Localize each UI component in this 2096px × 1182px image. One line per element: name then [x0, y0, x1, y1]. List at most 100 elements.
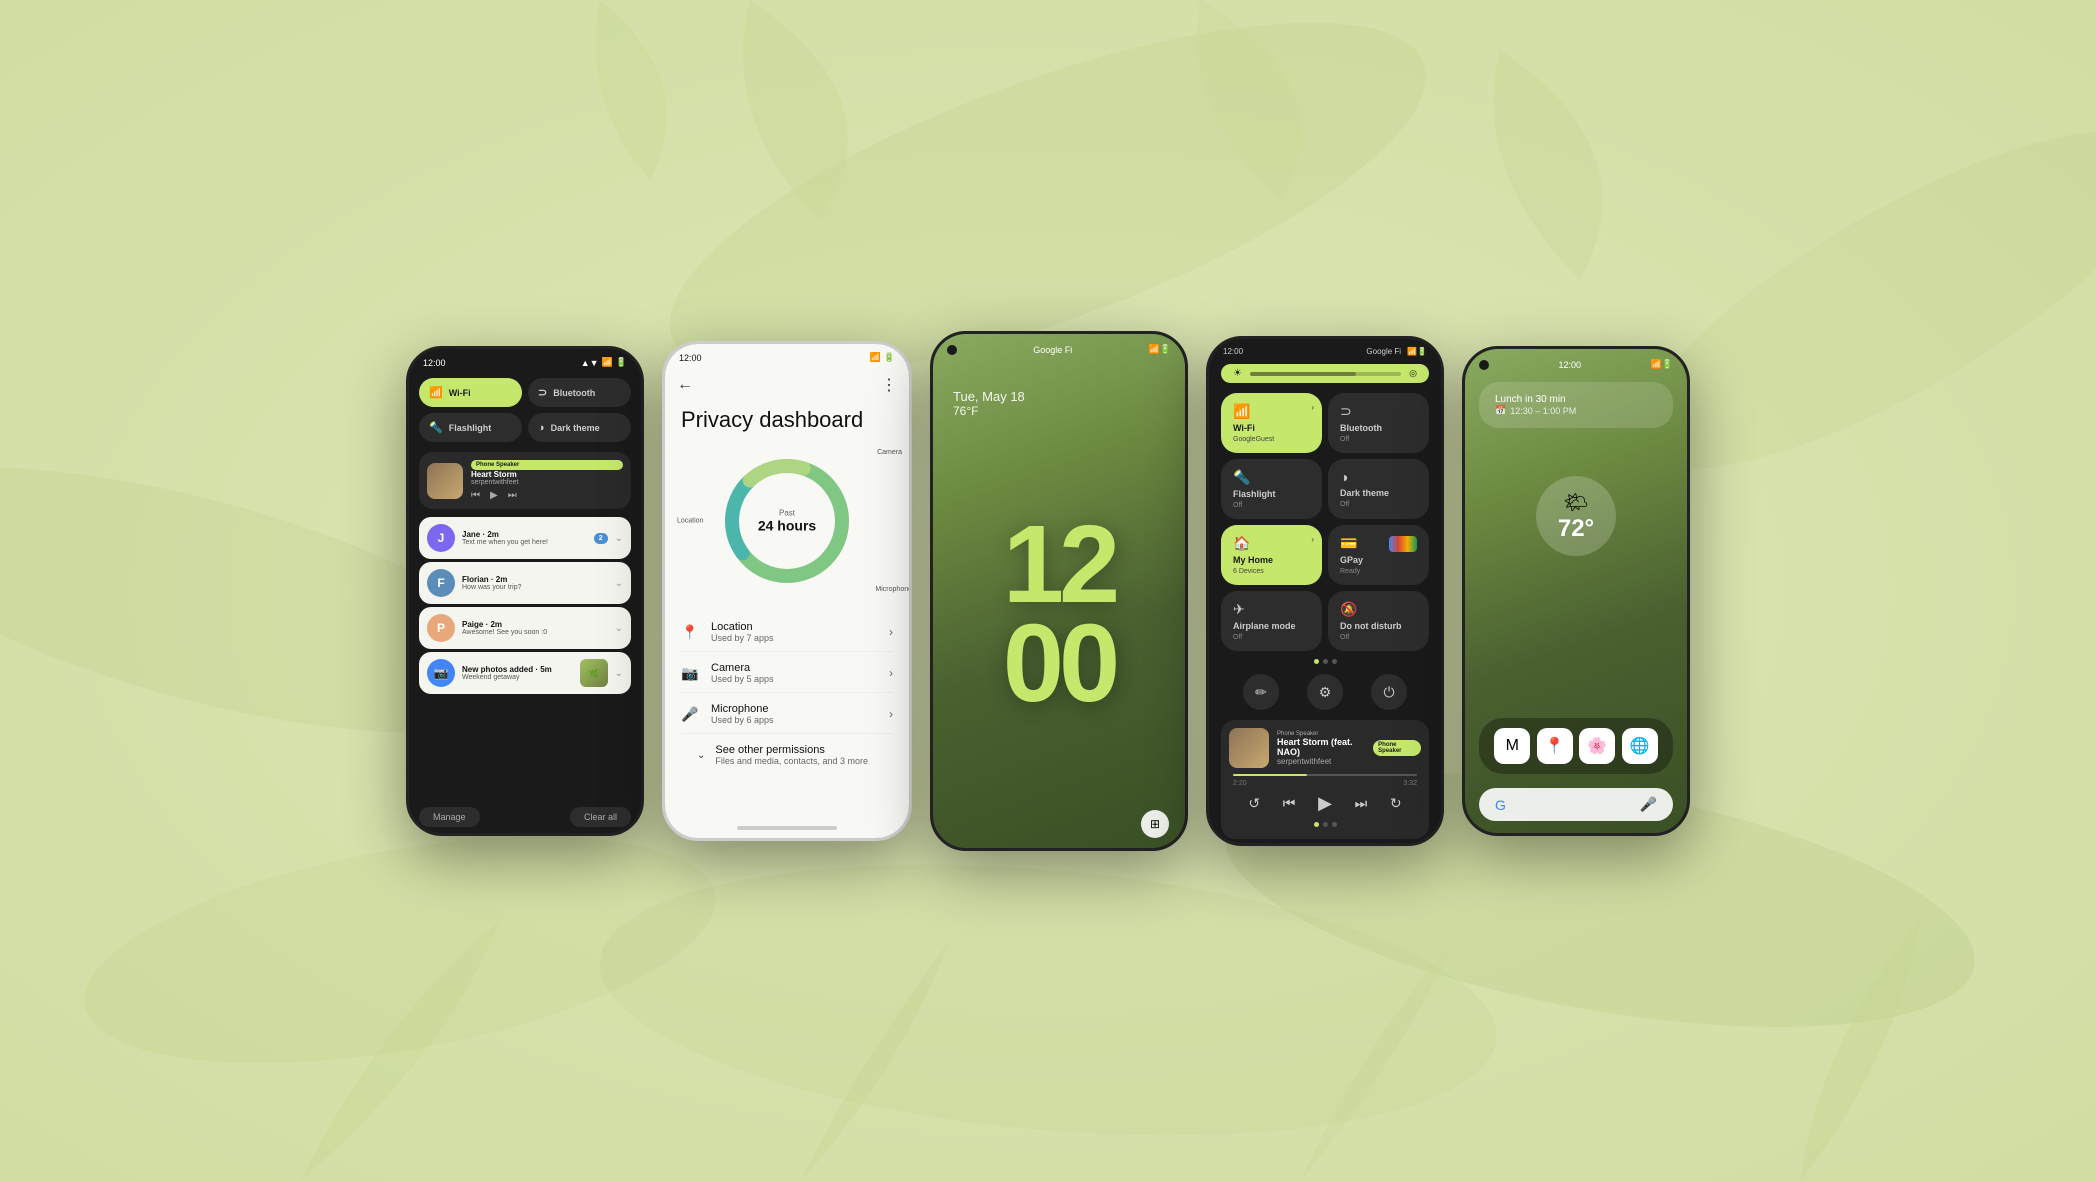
flashlight-icon: 🔦	[429, 421, 443, 434]
mic-icon[interactable]: 🎤	[1640, 796, 1657, 813]
gpay-logo	[1389, 536, 1417, 552]
tile-flashlight-label: Flashlight	[449, 423, 492, 433]
next-button[interactable]: ⏭	[508, 490, 517, 501]
notif-paige[interactable]: P Paige · 2m Awesome! See you soon :0 ⌄	[419, 607, 631, 649]
wifi-icon: 📶	[1233, 403, 1310, 420]
phone5-home: 12:00 📶🔋 Lunch in 30 min 📅 12:30 – 1:00 …	[1462, 346, 1690, 836]
dock-maps[interactable]: 📍	[1537, 728, 1573, 764]
expand-icon: ›	[889, 666, 893, 680]
phone2-status-icons: 📶 🔋	[870, 352, 895, 363]
recents-button[interactable]: ⊞	[1141, 810, 1169, 838]
bluetooth-icon: ⊃	[1340, 403, 1417, 420]
search-bar[interactable]: G 🎤	[1479, 788, 1673, 821]
dot-2	[1323, 659, 1328, 664]
qs-tile-airplane[interactable]: ✈ Airplane mode Off	[1221, 591, 1322, 651]
tile-darktheme[interactable]: ◑ Dark theme	[528, 413, 631, 442]
qs-media-artist: serpentwithfeet	[1277, 757, 1365, 766]
media-title: Heart Storm	[471, 470, 623, 479]
qs-tile-wifi[interactable]: 📶 Wi-Fi GoogleGuest ›	[1221, 393, 1322, 453]
calendar-icon: 📅	[1495, 405, 1506, 416]
qs-media-art	[1229, 728, 1269, 768]
donut-hours-label: 24 hours	[758, 518, 816, 534]
privacy-item-camera[interactable]: 📷 Camera Used by 5 apps ›	[681, 654, 893, 693]
play-button[interactable]: ▶	[1318, 793, 1332, 814]
privacy-items-list: 📍 Location Used by 7 apps › 📷 Camera Use…	[665, 605, 909, 818]
donut-chart: Past 24 hours Location Camera Microphone	[707, 441, 867, 601]
notif-florian-content: Florian · 2m How was your trip?	[462, 575, 608, 591]
brightness-track	[1250, 372, 1401, 376]
phone-speaker-badge: Phone Speaker	[1373, 740, 1421, 756]
temp-circle: 🌤 72°	[1536, 476, 1616, 556]
prev-button[interactable]: ⏮	[471, 490, 480, 501]
chevron-right-icon: ›	[1311, 403, 1314, 412]
donut-past-label: Past	[758, 509, 816, 518]
qs-tile-darktheme[interactable]: ◑ Dark theme Off	[1328, 459, 1429, 519]
phone1-notif-actions: Manage Clear all	[409, 801, 641, 833]
qs-tile-flashlight[interactable]: 🔦 Flashlight Off	[1221, 459, 1322, 519]
chevron-down-icon: ⌄	[615, 623, 623, 634]
manage-button[interactable]: Manage	[419, 807, 480, 827]
replay-button[interactable]: ↺	[1248, 795, 1260, 812]
camera-icon: 📷	[681, 665, 699, 682]
tile-darktheme-label: Dark theme	[551, 423, 600, 433]
privacy-item-location[interactable]: 📍 Location Used by 7 apps ›	[681, 613, 893, 652]
notif-jane[interactable]: J Jane · 2m Text me when you get here! 2…	[419, 517, 631, 559]
menu-button[interactable]: ⋮	[881, 375, 897, 395]
qs-wifi-label: Wi-Fi	[1233, 423, 1310, 433]
flashlight-icon: 🔦	[1233, 469, 1310, 486]
dock-gmail[interactable]: M	[1494, 728, 1530, 764]
qs-tile-dnd[interactable]: 🔕 Do not disturb Off	[1328, 591, 1429, 651]
sun-icon: 🌤	[1563, 490, 1588, 515]
settings-button[interactable]: ⚙	[1307, 674, 1343, 710]
phone3-date-area: Tue, May 18 76°F	[933, 359, 1185, 428]
qs-tiles-row1: 📶 Wi-Fi GoogleGuest › ⊃ Bluetooth Off 🔦 …	[1209, 387, 1441, 591]
edit-button[interactable]: ✏	[1243, 674, 1279, 710]
phone1-time: 12:00	[423, 358, 446, 368]
temperature-text: 76°F	[953, 404, 1165, 418]
dock-photos[interactable]: 🌸	[1579, 728, 1615, 764]
phone3-status-bar: Google Fi 📶🔋	[933, 334, 1185, 359]
qs-tile-myhome[interactable]: 🏠 My Home 6 Devices ›	[1221, 525, 1322, 585]
phone4-carrier: Google Fi	[1366, 347, 1401, 356]
notif-photos[interactable]: 📷 New photos added · 5m Weekend getaway …	[419, 652, 631, 694]
tile-flashlight[interactable]: 🔦 Flashlight	[419, 413, 522, 442]
qs-tile-bluetooth[interactable]: ⊃ Bluetooth Off	[1328, 393, 1429, 453]
expand-icon: ›	[889, 625, 893, 639]
phone2-status-bar: 12:00 📶 🔋	[665, 344, 909, 367]
phone3-clock: Google Fi 📶🔋 Tue, May 18 76°F 1200 ⊞	[930, 331, 1188, 851]
prev-button[interactable]: ⏮	[1283, 795, 1296, 812]
media-controls: ⏮ ▶ ⏭	[471, 490, 623, 501]
media-time: 2:20 3:32	[1229, 778, 1421, 789]
play-button[interactable]: ▶	[490, 490, 498, 501]
dock-chrome[interactable]: 🌐	[1622, 728, 1658, 764]
see-other-permissions[interactable]: ⌄ See other permissions Files and media,…	[681, 736, 893, 774]
media-badge: Phone Speaker	[471, 460, 623, 470]
like-button[interactable]: ↻	[1390, 795, 1402, 812]
power-button[interactable]: ⏻	[1371, 674, 1407, 710]
next-button[interactable]: ⏭	[1355, 795, 1368, 812]
notif-florian[interactable]: F Florian · 2m How was your trip? ⌄	[419, 562, 631, 604]
calendar-widget[interactable]: Lunch in 30 min 📅 12:30 – 1:00 PM	[1479, 382, 1673, 428]
phone4-media: Phone Speaker Heart Storm (feat. NAO) se…	[1221, 720, 1429, 839]
time-total: 3:32	[1403, 780, 1417, 787]
qs-bottom-controls: ✏ ⚙ ⏻	[1209, 668, 1441, 716]
chrome-icon: 🌐	[1630, 736, 1650, 756]
avatar-paige: P	[427, 614, 455, 642]
clear-all-button[interactable]: Clear all	[570, 807, 631, 827]
darktheme-icon: ◑	[538, 422, 545, 434]
phone2-privacy: 12:00 📶 🔋 ← ⋮ Privacy dashboard	[662, 341, 912, 841]
notif-photos-content: New photos added · 5m Weekend getaway	[462, 665, 573, 681]
phone1-notifications: 12:00 ▲▼ 📶 🔋 📶 Wi-Fi ⊃ Bluetooth	[406, 346, 644, 836]
tile-wifi-label: Wi-Fi	[449, 388, 471, 398]
tile-wifi[interactable]: 📶 Wi-Fi	[419, 378, 522, 407]
expand-icon: ›	[889, 707, 893, 721]
chevron-down-icon: ⌄	[615, 533, 623, 544]
back-button[interactable]: ←	[677, 376, 693, 394]
privacy-title: Privacy dashboard	[665, 403, 909, 441]
media-info: Phone Speaker Heart Storm serpentwithfee…	[471, 460, 623, 501]
privacy-item-microphone[interactable]: 🎤 Microphone Used by 6 apps ›	[681, 695, 893, 734]
dot-1	[1314, 659, 1319, 664]
qs-tile-gpay[interactable]: 💳 GPay Ready	[1328, 525, 1429, 585]
brightness-slider[interactable]: ☀ ◎	[1221, 364, 1429, 383]
tile-bluetooth[interactable]: ⊃ Bluetooth	[528, 378, 631, 407]
